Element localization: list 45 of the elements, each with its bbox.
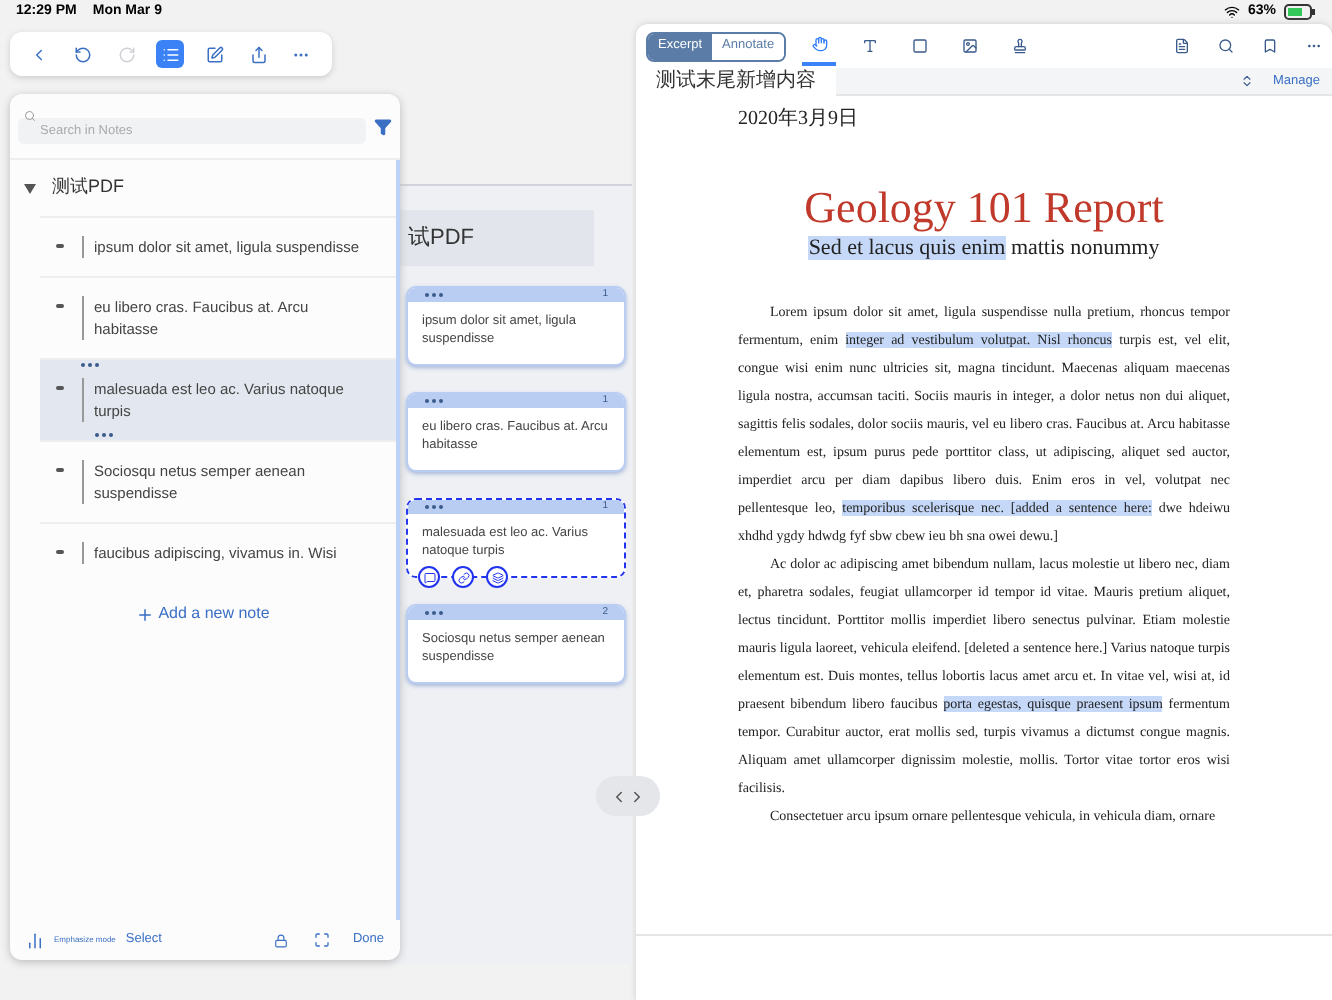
drag-handle-icon [80,362,100,368]
search-icon[interactable] [1218,38,1234,54]
document-date: 2020年3月9日 [738,106,860,134]
disclosure-triangle-icon [24,183,36,193]
image-icon [961,38,978,54]
card-handle-icon [424,610,444,616]
comment-icon [423,571,435,583]
sort-icon[interactable] [1239,74,1253,88]
comment-button[interactable] [418,566,440,588]
wifi-icon [1223,4,1240,20]
card-handle-icon [424,398,444,404]
document-icon[interactable] [1174,38,1190,54]
drag-handle-icon [94,432,114,438]
chevron-left-icon [610,787,628,805]
document-tab[interactable]: 测试末尾新增内容 [636,67,836,95]
stack-button[interactable] [486,566,508,588]
battery-icon [1284,4,1316,20]
card-handle-icon [424,292,444,298]
stamp-icon [1011,38,1028,54]
layers-icon [491,571,503,583]
tree-group[interactable]: 测试PDF [10,160,138,216]
share-icon [249,45,268,63]
undo-icon [74,45,93,63]
document-title: Geology 101 Report [802,182,1166,234]
text-icon [861,38,878,54]
expand-icon[interactable] [314,932,331,948]
lock-icon[interactable] [274,933,289,947]
add-note-button[interactable]: Add a new note [136,602,270,626]
bookmark-icon[interactable] [1262,38,1278,54]
plus-icon [136,605,155,623]
hand-icon [811,36,828,52]
search-icon [24,109,36,121]
card-handle-icon [424,504,444,510]
chevron-right-icon [628,787,646,805]
link-button[interactable] [452,566,474,588]
filter-icon[interactable] [374,117,392,135]
emphasize-icon[interactable] [26,931,44,949]
list-icon [161,45,180,63]
list-button[interactable] [156,40,185,68]
redo-icon [118,45,137,63]
rect-icon [911,38,928,54]
document-subtitle: Sed et lacus quis enim mattis nonummy [806,234,1162,262]
map-heading: 试PDF [408,223,474,254]
link-icon [457,571,469,583]
edit-icon [205,45,224,63]
